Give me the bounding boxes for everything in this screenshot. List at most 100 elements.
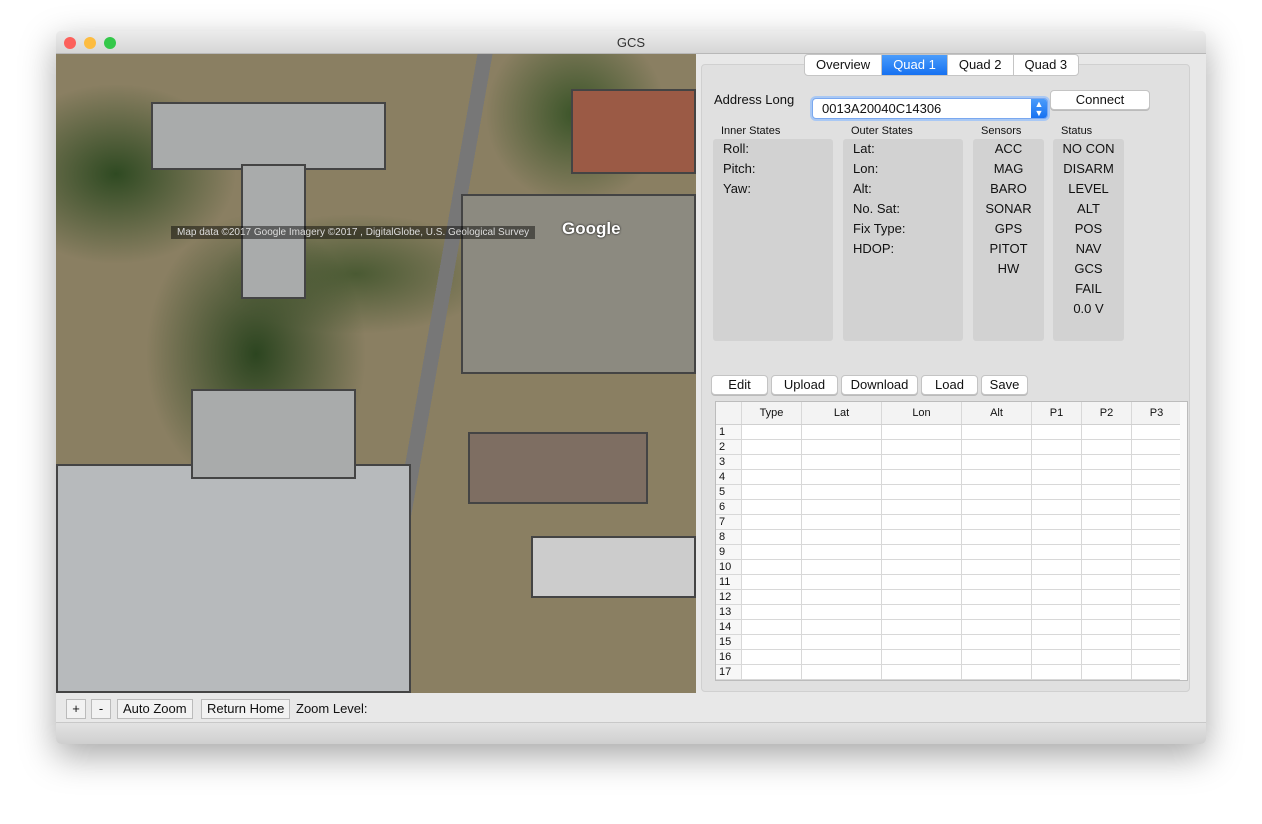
table-cell[interactable] xyxy=(802,650,882,664)
table-cell[interactable] xyxy=(1032,425,1082,439)
table-cell[interactable] xyxy=(1032,440,1082,454)
table-cell[interactable] xyxy=(962,575,1032,589)
table-cell[interactable] xyxy=(882,515,962,529)
table-cell[interactable] xyxy=(802,530,882,544)
row-number[interactable]: 6 xyxy=(716,500,742,514)
table-cell[interactable] xyxy=(962,605,1032,619)
table-cell[interactable] xyxy=(802,545,882,559)
table-cell[interactable] xyxy=(742,515,802,529)
table-cell[interactable] xyxy=(1032,560,1082,574)
table-cell[interactable] xyxy=(882,665,962,679)
row-number[interactable]: 3 xyxy=(716,455,742,469)
table-cell[interactable] xyxy=(962,545,1032,559)
table-cell[interactable] xyxy=(1082,620,1132,634)
column-header[interactable]: Lon xyxy=(882,402,962,424)
table-cell[interactable] xyxy=(882,485,962,499)
maximize-button[interactable] xyxy=(104,37,116,49)
table-cell[interactable] xyxy=(882,470,962,484)
table-cell[interactable] xyxy=(1032,530,1082,544)
row-number[interactable]: 13 xyxy=(716,605,742,619)
table-cell[interactable] xyxy=(802,470,882,484)
row-number[interactable]: 9 xyxy=(716,545,742,559)
column-header[interactable]: Lat xyxy=(802,402,882,424)
table-cell[interactable] xyxy=(1082,455,1132,469)
save-button[interactable]: Save xyxy=(981,375,1028,395)
table-cell[interactable] xyxy=(962,425,1032,439)
table-cell[interactable] xyxy=(802,635,882,649)
table-cell[interactable] xyxy=(882,620,962,634)
zoom-in-button[interactable]: + xyxy=(66,699,86,719)
table-cell[interactable] xyxy=(962,665,1032,679)
minimize-button[interactable] xyxy=(84,37,96,49)
table-cell[interactable] xyxy=(1132,440,1182,454)
table-cell[interactable] xyxy=(882,455,962,469)
table-cell[interactable] xyxy=(882,575,962,589)
table-cell[interactable] xyxy=(1082,530,1132,544)
table-cell[interactable] xyxy=(882,425,962,439)
table-cell[interactable] xyxy=(1132,665,1182,679)
satellite-map[interactable]: Map data ©2017 Google Imagery ©2017 , Di… xyxy=(56,54,696,693)
table-cell[interactable] xyxy=(1082,515,1132,529)
table-cell[interactable] xyxy=(882,440,962,454)
table-cell[interactable] xyxy=(742,590,802,604)
table-cell[interactable] xyxy=(742,605,802,619)
table-cell[interactable] xyxy=(742,545,802,559)
table-cell[interactable] xyxy=(1032,485,1082,499)
table-cell[interactable] xyxy=(1082,590,1132,604)
table-cell[interactable] xyxy=(742,635,802,649)
table-cell[interactable] xyxy=(882,560,962,574)
table-cell[interactable] xyxy=(742,665,802,679)
row-number[interactable]: 16 xyxy=(716,650,742,664)
row-number[interactable]: 4 xyxy=(716,470,742,484)
table-cell[interactable] xyxy=(1132,635,1182,649)
table-cell[interactable] xyxy=(962,500,1032,514)
auto-zoom-button[interactable]: Auto Zoom xyxy=(117,699,193,719)
row-number[interactable]: 15 xyxy=(716,635,742,649)
table-cell[interactable] xyxy=(1032,635,1082,649)
table-cell[interactable] xyxy=(1082,605,1132,619)
tab-quad-1[interactable]: Quad 1 xyxy=(881,55,947,75)
table-cell[interactable] xyxy=(1132,470,1182,484)
table-cell[interactable] xyxy=(802,560,882,574)
table-cell[interactable] xyxy=(1132,530,1182,544)
table-cell[interactable] xyxy=(1032,590,1082,604)
table-cell[interactable] xyxy=(1032,470,1082,484)
table-cell[interactable] xyxy=(742,485,802,499)
table-cell[interactable] xyxy=(962,590,1032,604)
row-number[interactable]: 2 xyxy=(716,440,742,454)
table-cell[interactable] xyxy=(962,635,1032,649)
row-number[interactable]: 10 xyxy=(716,560,742,574)
table-cell[interactable] xyxy=(1032,665,1082,679)
table-cell[interactable] xyxy=(1132,545,1182,559)
row-number[interactable]: 8 xyxy=(716,530,742,544)
download-button[interactable]: Download xyxy=(841,375,918,395)
table-cell[interactable] xyxy=(1132,455,1182,469)
table-cell[interactable] xyxy=(742,650,802,664)
load-button[interactable]: Load xyxy=(921,375,978,395)
table-cell[interactable] xyxy=(882,590,962,604)
table-cell[interactable] xyxy=(802,515,882,529)
table-cell[interactable] xyxy=(802,575,882,589)
column-header[interactable]: P2 xyxy=(1082,402,1132,424)
table-cell[interactable] xyxy=(1082,635,1132,649)
table-cell[interactable] xyxy=(882,545,962,559)
row-number[interactable]: 11 xyxy=(716,575,742,589)
table-cell[interactable] xyxy=(1082,545,1132,559)
table-cell[interactable] xyxy=(742,455,802,469)
vertical-scrollbar[interactable] xyxy=(1180,402,1187,680)
table-cell[interactable] xyxy=(1132,590,1182,604)
table-cell[interactable] xyxy=(962,485,1032,499)
table-cell[interactable] xyxy=(1032,575,1082,589)
table-cell[interactable] xyxy=(1082,665,1132,679)
table-cell[interactable] xyxy=(1032,545,1082,559)
table-cell[interactable] xyxy=(802,425,882,439)
updown-chevron-icon[interactable]: ▲ ▼ xyxy=(1031,99,1047,118)
close-button[interactable] xyxy=(64,37,76,49)
tab-quad-3[interactable]: Quad 3 xyxy=(1012,55,1079,75)
table-cell[interactable] xyxy=(1082,650,1132,664)
table-cell[interactable] xyxy=(882,500,962,514)
table-cell[interactable] xyxy=(802,440,882,454)
table-cell[interactable] xyxy=(962,515,1032,529)
row-number[interactable]: 17 xyxy=(716,665,742,679)
table-cell[interactable] xyxy=(742,440,802,454)
